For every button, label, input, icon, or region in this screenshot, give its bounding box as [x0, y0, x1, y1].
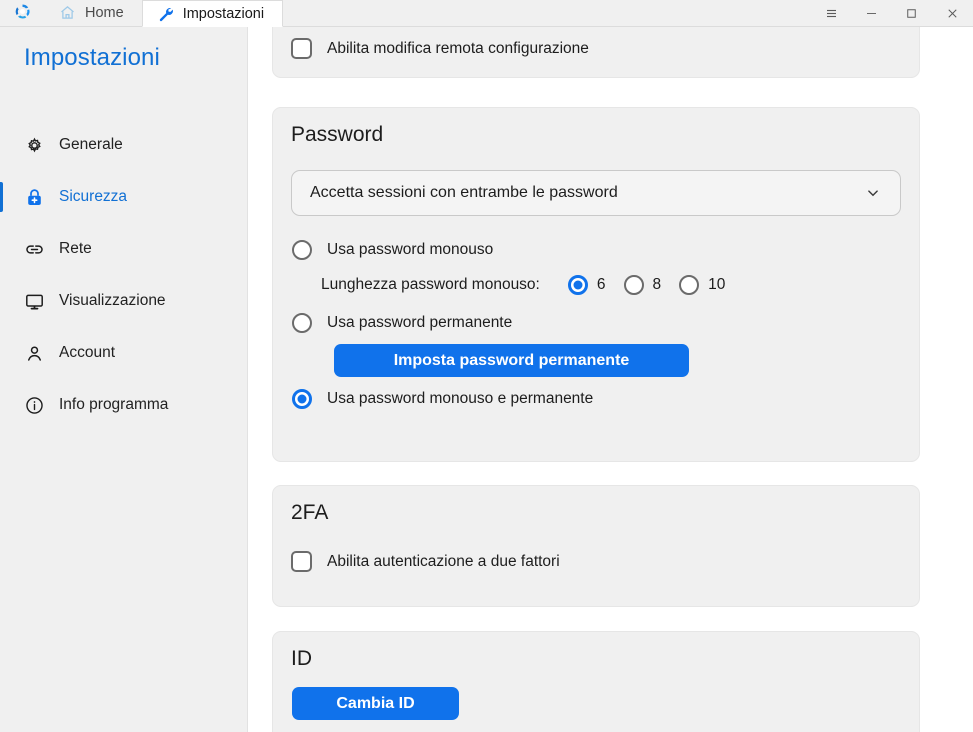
radio-usa-password-permanente-label: Usa password permanente [327, 314, 513, 331]
option-permanente-row[interactable]: Usa password permanente [273, 295, 919, 333]
otp-length-6-label: 6 [596, 276, 606, 293]
change-id-button[interactable]: Cambia ID [292, 687, 459, 720]
lock-plus-icon [23, 186, 45, 208]
option-monouso-row[interactable]: Usa password monouso [273, 216, 919, 260]
password-card: Password Accetta sessioni con entrambe l… [272, 107, 920, 462]
set-permanent-password-row: Imposta password permanente [273, 333, 919, 377]
radio-otp-length-8[interactable] [623, 275, 644, 295]
sidebar-list: Generale Sicurezza Rete Visualizzazione … [0, 119, 248, 431]
tab-impostazioni-label: Impostazioni [182, 5, 265, 22]
sidebar-item-rete[interactable]: Rete [0, 223, 248, 275]
sidebar-item-label: Account [59, 344, 116, 361]
enable-remote-config-label: Abilita modifica remota configurazione [327, 39, 589, 57]
twofa-card: 2FA Abilita autenticazione a due fattori [272, 485, 920, 607]
title-bar: Home Impostazioni [0, 0, 973, 27]
sidebar-item-visualizzazione[interactable]: Visualizzazione [0, 275, 248, 327]
id-card-title: ID [291, 647, 312, 670]
sidebar-item-generale[interactable]: Generale [0, 119, 248, 171]
password-mode-select-value: Accetta sessioni con entrambe le passwor… [310, 184, 618, 201]
gear-icon [23, 134, 45, 156]
minimize-icon [866, 13, 876, 14]
sidebar-item-label: Generale [59, 136, 123, 153]
sidebar-item-sicurezza[interactable]: Sicurezza [0, 171, 248, 223]
minimize-button[interactable] [851, 0, 891, 27]
tab-impostazioni[interactable]: Impostazioni [141, 0, 284, 27]
tab-home[interactable]: Home [45, 0, 142, 26]
enable-remote-config-checkbox[interactable] [291, 38, 312, 59]
set-permanent-password-button[interactable]: Imposta password permanente [334, 344, 689, 377]
enable-twofa-checkbox[interactable] [291, 551, 312, 572]
window-controls [811, 0, 973, 27]
radio-usa-password-permanente[interactable] [292, 313, 312, 333]
option-monouso-permanente-row[interactable]: Usa password monouso e permanente [273, 377, 919, 409]
sidebar-title: Impostazioni [24, 44, 160, 71]
radio-otp-length-10[interactable] [679, 275, 700, 295]
otp-length-option-6[interactable]: 6 [567, 275, 606, 295]
settings-content: Abilita modifica remota configurazione P… [249, 27, 973, 732]
chevron-down-icon [864, 184, 882, 202]
link-icon [23, 238, 45, 260]
twofa-card-title: 2FA [291, 501, 329, 524]
otp-length-8-label: 8 [652, 276, 662, 293]
menu-button[interactable] [811, 0, 851, 27]
maximize-button[interactable] [891, 0, 931, 27]
otp-length-row: Lunghezza password monouso: 6 8 10 [273, 260, 919, 295]
close-icon [947, 9, 957, 18]
close-button[interactable] [931, 0, 973, 27]
home-icon [59, 4, 76, 21]
otp-length-option-10[interactable]: 10 [679, 275, 725, 295]
radio-usa-password-monouso[interactable] [292, 240, 312, 260]
tab-home-label: Home [85, 4, 124, 21]
maximize-icon [906, 9, 916, 18]
sidebar-item-label: Info programma [59, 396, 169, 413]
sidebar-item-account[interactable]: Account [0, 327, 248, 379]
sidebar-item-label: Visualizzazione [59, 292, 166, 309]
password-mode-select[interactable]: Accetta sessioni con entrambe le passwor… [291, 170, 901, 216]
radio-usa-password-monouso-e-permanente[interactable] [292, 389, 312, 409]
otp-length-option-8[interactable]: 8 [623, 275, 662, 295]
change-id-row: Cambia ID [273, 671, 919, 720]
person-icon [23, 342, 45, 364]
remote-config-checkbox-row[interactable]: Abilita modifica remota configurazione [273, 27, 919, 59]
monitor-icon [23, 290, 45, 312]
radio-otp-length-6[interactable] [567, 275, 588, 295]
password-card-title: Password [291, 123, 384, 146]
remote-config-card: Abilita modifica remota configurazione [272, 27, 920, 78]
otp-length-label: Lunghezza password monouso: [321, 276, 540, 293]
enable-twofa-label: Abilita autenticazione a due fattori [327, 552, 560, 570]
twofa-checkbox-row[interactable]: Abilita autenticazione a due fattori [273, 525, 919, 572]
info-circle-icon [23, 394, 45, 416]
radio-usa-password-monouso-e-permanente-label: Usa password monouso e permanente [327, 390, 594, 407]
sidebar-item-info-programma[interactable]: Info programma [0, 379, 248, 431]
hamburger-icon [826, 9, 836, 18]
wrench-icon [157, 5, 174, 22]
otp-length-10-label: 10 [708, 276, 726, 293]
sidebar-item-label: Sicurezza [59, 188, 128, 205]
sidebar-item-label: Rete [59, 240, 92, 257]
app-window: Home Impostazioni Impostazioni Generale … [0, 0, 973, 732]
refresh-circle-logo-icon [15, 4, 30, 19]
sidebar: Impostazioni Generale Sicurezza Rete Vis… [0, 27, 248, 732]
radio-usa-password-monouso-label: Usa password monouso [327, 241, 494, 258]
app-logo [0, 0, 45, 26]
id-card: ID Cambia ID [272, 631, 920, 732]
